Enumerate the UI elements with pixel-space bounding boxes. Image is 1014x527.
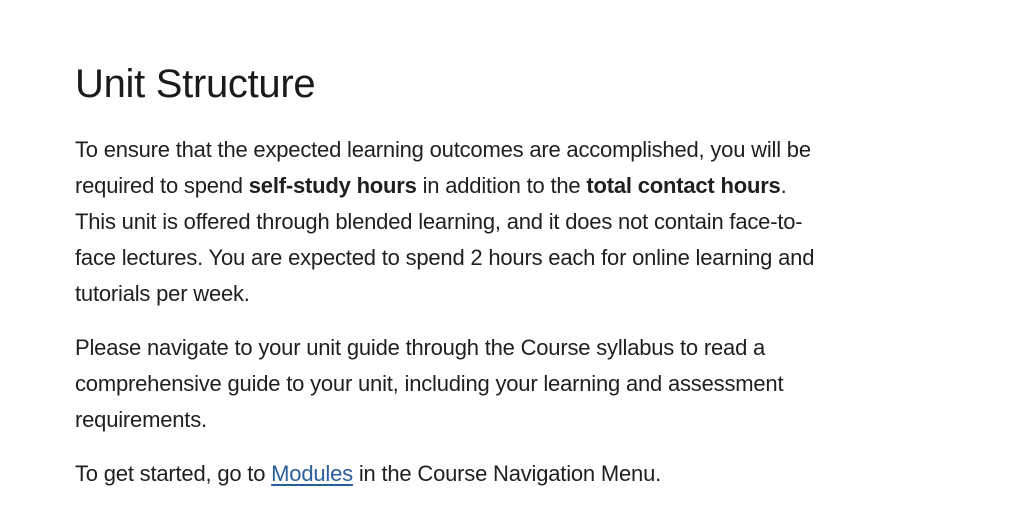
page-content: Unit Structure To ensure that the expect… <box>75 58 820 510</box>
get-started-paragraph: To get started, go to Modules in the Cou… <box>75 456 820 492</box>
intro-paragraph: To ensure that the expected learning out… <box>75 132 820 312</box>
total-contact-hours-emphasis: total contact hours <box>586 173 781 198</box>
modules-link[interactable]: Modules <box>271 461 353 486</box>
self-study-hours-emphasis: self-study hours <box>248 173 417 198</box>
get-started-text-2: in the Course Navigation Menu. <box>352 461 662 486</box>
unit-guide-paragraph: Please navigate to your unit guide throu… <box>75 335 784 432</box>
intro-text-2: in addition to the <box>416 173 587 198</box>
page-title: Unit Structure <box>75 62 316 106</box>
get-started-text-1: To get started, go to <box>75 461 272 486</box>
